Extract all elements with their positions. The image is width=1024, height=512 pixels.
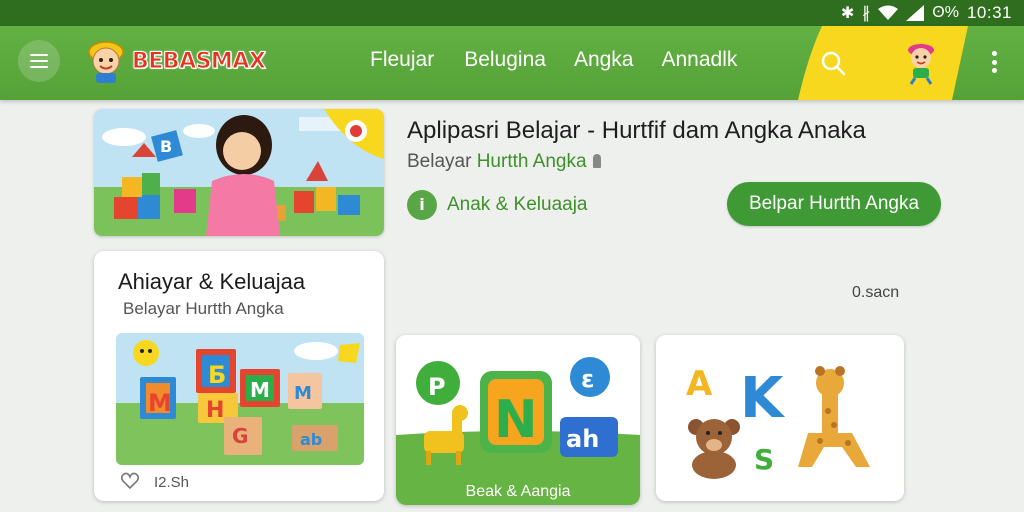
letter-a: A	[686, 364, 713, 404]
svg-text:M: M	[294, 383, 312, 404]
more-options-button[interactable]	[986, 48, 1002, 76]
featured-subtitle-highlight: Hurtth Angka	[476, 151, 587, 172]
hamburger-line	[30, 60, 48, 62]
svg-text:H: H	[206, 398, 224, 423]
battery-indicator: ʘ%	[932, 4, 959, 21]
featured-image[interactable]: B	[94, 109, 384, 236]
content-card[interactable]: P N ε ah Beak & Aangia	[396, 335, 640, 505]
svg-text:Б: Б	[208, 361, 226, 389]
info-icon: ⅰ	[407, 190, 437, 220]
svg-text:G: G	[232, 424, 248, 448]
wifi-icon	[878, 5, 899, 20]
letter-n: N	[494, 390, 538, 450]
app-bar: BEBASMAX Fleujar Belugina Angka Annadlk	[0, 26, 1024, 100]
content-card[interactable]: Ahiayar & Keluajaa Belayar Hurtth Angka …	[94, 251, 384, 501]
cta-button[interactable]: Belpar Hurtth Angka	[727, 182, 941, 226]
more-vert-icon	[991, 51, 997, 56]
more-dot	[991, 59, 997, 65]
letters-illustration: P N ε ah	[396, 335, 640, 505]
animals-letters-illustration: A K S	[656, 335, 904, 501]
more-dot	[991, 68, 997, 73]
svg-text:M: M	[250, 378, 270, 402]
hamburger-menu-icon	[30, 54, 48, 56]
vibrate-icon: ∦	[862, 5, 871, 22]
featured-subtitle: Belayar Hurtth Angka	[407, 151, 601, 173]
featured-illustration: B	[94, 109, 384, 236]
mascot-logo-icon	[88, 41, 124, 83]
app-logo-text: BEBASMAX	[131, 48, 266, 74]
sort-label[interactable]: 0.sacn	[852, 284, 899, 302]
favorite-count: I2.Sh	[154, 474, 190, 491]
status-bar: ✱ ∦ ʘ% 10:31	[0, 0, 1024, 26]
menu-button[interactable]	[18, 40, 60, 82]
card-title: Ahiayar & Keluajaa	[118, 269, 306, 294]
letter-p: P	[428, 373, 446, 401]
clock-time: 10:31	[966, 3, 1012, 22]
letter-epsilon: ε	[581, 365, 594, 393]
nav-item-fleujar[interactable]: Fleujar	[370, 48, 434, 72]
search-icon[interactable]	[816, 46, 850, 80]
nav-item-angka[interactable]: Angka	[574, 48, 634, 72]
nav-item-belugina[interactable]: Belugina	[464, 48, 546, 72]
card-subtitle: Belayar Hurtth Angka	[123, 299, 284, 318]
app-logo[interactable]: BEBASMAX	[84, 38, 266, 84]
status-icons: ✱ ∦ ʘ% 10:31	[841, 3, 1012, 23]
category-chip[interactable]: ⅰ Anak & Keluaaja	[407, 190, 588, 220]
content-card[interactable]: A K S	[656, 335, 904, 501]
person-icon	[592, 154, 601, 168]
card-label: Beak & Aangia	[465, 483, 571, 500]
mascot-avatar-icon[interactable]	[900, 40, 942, 86]
hamburger-line	[30, 66, 48, 68]
svg-text:B: B	[160, 137, 172, 156]
svg-text:ab: ab	[300, 430, 322, 449]
heart-icon[interactable]	[120, 471, 140, 491]
letter-k: K	[740, 366, 786, 431]
letter-ah: ah	[566, 425, 599, 453]
letter-s: S	[754, 443, 774, 476]
signal-icon	[906, 5, 925, 21]
bluetooth-icon: ✱	[840, 5, 855, 22]
category-label: Anak & Keluaaja	[447, 194, 588, 215]
featured-subtitle-prefix: Belayar	[407, 151, 477, 172]
svg-text:M: M	[148, 389, 172, 417]
top-nav: Fleujar Belugina Angka Annadlk	[370, 48, 737, 72]
featured-title: Aplipasri Belajar - Hurtfif dam Angka An…	[407, 117, 866, 144]
nav-item-annadlk[interactable]: Annadlk	[661, 48, 737, 72]
card-image: M Б H M M G ab	[116, 333, 364, 465]
letter-blocks-illustration: M Б H M M G ab	[116, 333, 364, 465]
